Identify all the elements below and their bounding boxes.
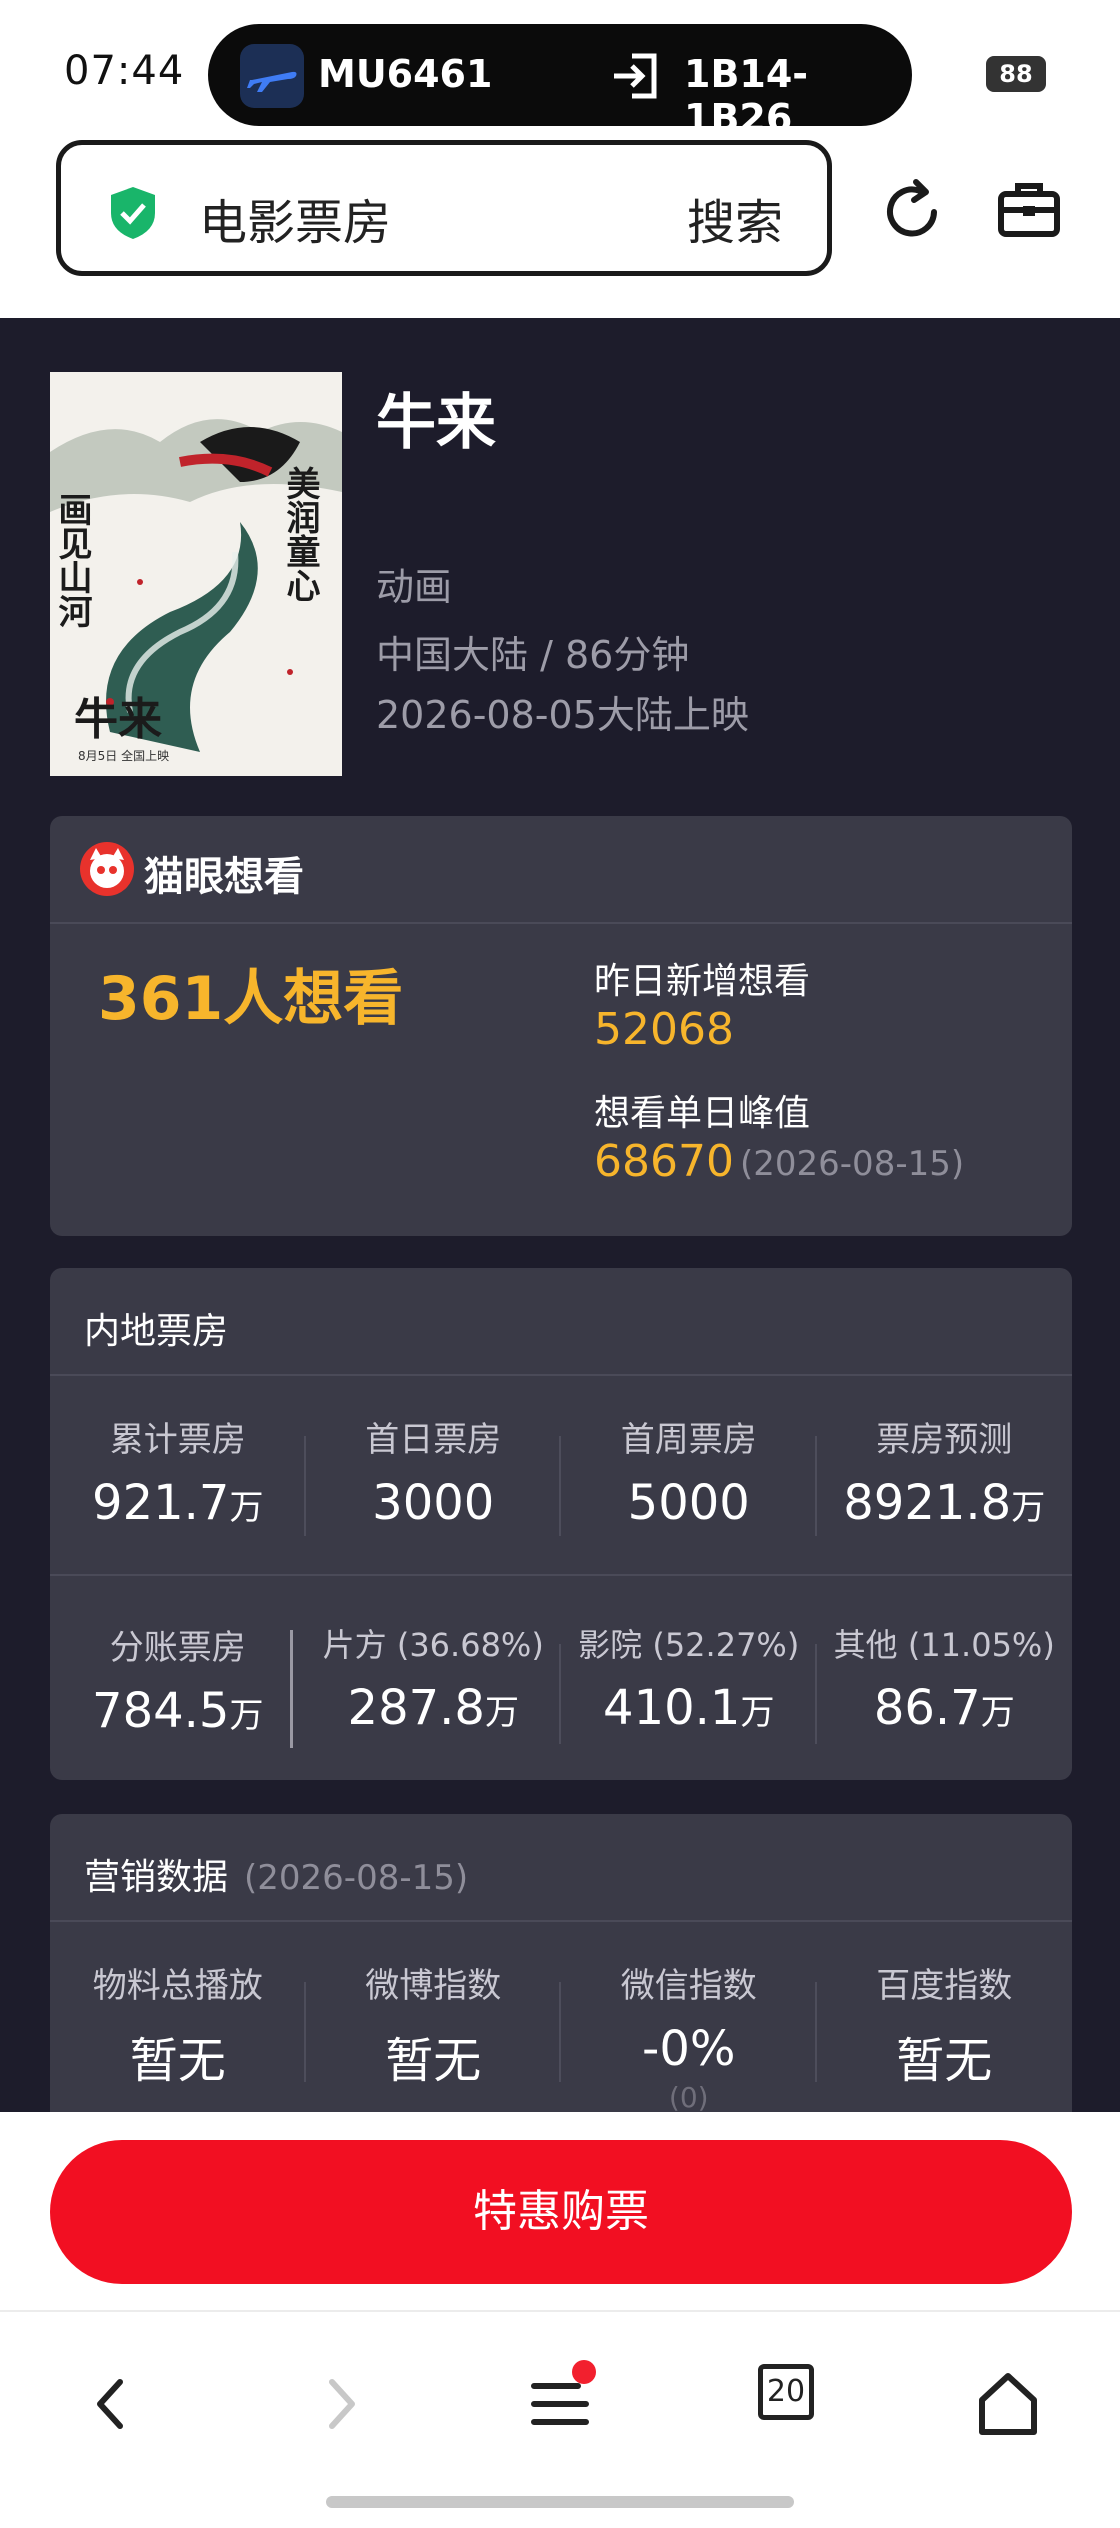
shield-check-icon <box>111 187 155 239</box>
peak-want-label: 想看单日峰值 <box>594 1093 811 1134</box>
want-to-see-card[interactable]: 猫眼想看 361人想看 昨日新增想看 52068 想看单日峰值 68670 (2… <box>50 816 1072 1236</box>
want-count: 361人想看 <box>98 964 404 1034</box>
stat-label: 票房预测 <box>876 1420 1013 1460</box>
box-office-title: 内地票房 <box>84 1311 229 1352</box>
stat-value: -0% <box>642 2021 736 2077</box>
search-button[interactable]: 搜索 <box>687 183 783 253</box>
stat-weibo-index: 微博指数 暂无 <box>306 1958 561 2112</box>
home-icon[interactable] <box>968 2364 1048 2444</box>
poster-left-text: 画见山河 <box>52 492 92 628</box>
movie-genre: 动画 <box>376 565 453 609</box>
stat-value: 8921.8万 <box>843 1475 1046 1531</box>
stat-producer-share: 片方 (36.68%) 287.8万 <box>306 1620 561 1744</box>
stat-cinema-share: 影院 (52.27%) 410.1万 <box>561 1620 817 1744</box>
flight-number: MU6461 <box>318 52 493 96</box>
marketing-row: 物料总播放 暂无 微博指数 暂无 微信指数 -0% (0) 百度指数 暂无 <box>50 1958 1072 2112</box>
stat-other-share: 其他 (11.05%) 86.7万 <box>817 1620 1073 1739</box>
airplane-icon <box>240 44 304 108</box>
back-arrow-icon[interactable] <box>74 2364 154 2444</box>
poster-right-text: 美润童心 <box>280 466 320 602</box>
stat-split-gross: 分账票房 784.5万 <box>50 1620 306 1739</box>
stat-baidu-index: 百度指数 暂无 <box>817 1958 1073 2112</box>
browser-nav-bar: 20 <box>0 2310 1120 2528</box>
search-query-text[interactable]: 电影票房 <box>199 183 391 253</box>
marketing-data-card[interactable]: 营销数据 (2026-08-15) 物料总播放 暂无 微博指数 暂无 微信指数 -… <box>50 1814 1072 2112</box>
stat-label: 微博指数 <box>365 1966 502 2006</box>
yesterday-want-value: 52068 <box>594 1004 734 1055</box>
search-bar[interactable]: 电影票房 搜索 <box>56 140 832 276</box>
stat-value: 784.5万 <box>92 1683 264 1739</box>
tabs-count-button[interactable]: 20 <box>758 2364 814 2420</box>
stat-value: 5000 <box>627 1475 750 1531</box>
stat-value: 3000 <box>372 1475 495 1531</box>
forward-arrow-icon[interactable] <box>298 2364 378 2444</box>
poster-title-text: 牛来 <box>74 694 162 745</box>
peak-want-value: 68670 <box>594 1136 734 1187</box>
marketing-title-row: 营销数据 (2026-08-15) <box>84 1848 468 1900</box>
maoyan-cat-icon <box>80 842 134 896</box>
stat-label: 分账票房 <box>109 1628 246 1668</box>
stat-label: 片方 (36.68%) <box>322 1626 544 1664</box>
stat-label: 影院 (52.27%) <box>578 1626 800 1664</box>
want-card-header: 猫眼想看 <box>50 816 1072 924</box>
stat-material-plays: 物料总播放 暂无 <box>50 1958 306 2112</box>
buy-area: 特惠购票 <box>0 2112 1120 2312</box>
stat-value: 暂无 <box>385 2033 482 2089</box>
stat-label: 累计票房 <box>109 1420 246 1460</box>
stat-sub-value: (0) <box>668 2081 709 2112</box>
stat-wechat-index: 微信指数 -0% (0) <box>561 1958 817 2112</box>
stat-label: 物料总播放 <box>92 1966 263 2006</box>
menu-notification-dot <box>572 2360 596 2384</box>
row-divider <box>50 1574 1072 1576</box>
movie-poster[interactable]: 画见山河 美润童心 牛来 8月5日 全国上映 <box>50 372 342 776</box>
yesterday-want-label: 昨日新增想看 <box>594 961 811 1002</box>
stat-label: 首日票房 <box>365 1420 502 1460</box>
buy-ticket-button[interactable]: 特惠购票 <box>50 2140 1072 2284</box>
stat-total-gross: 累计票房 921.7万 <box>50 1412 306 1536</box>
movie-release-date: 2026-08-05大陆上映 <box>376 693 749 737</box>
stat-value: 86.7万 <box>873 1680 1015 1736</box>
status-time: 07:44 <box>64 48 185 94</box>
box-office-card[interactable]: 内地票房 累计票房 921.7万 首日票房 3000 首周票房 5000 票房预… <box>50 1268 1072 1780</box>
stat-first-day: 首日票房 3000 <box>306 1412 561 1536</box>
stat-label: 百度指数 <box>876 1966 1013 2006</box>
movie-detail-page: 画见山河 美润童心 牛来 8月5日 全国上映 牛来 动画 中国大陆 / 86分钟… <box>0 318 1120 2112</box>
poster-date-text: 8月5日 全国上映 <box>78 748 169 763</box>
marketing-title: 营销数据 <box>84 1857 229 1898</box>
toolbox-icon[interactable] <box>996 176 1062 242</box>
stat-label: 首周票房 <box>620 1420 757 1460</box>
stat-label: 微信指数 <box>620 1966 757 2006</box>
home-indicator[interactable] <box>326 2496 794 2508</box>
flight-live-activity[interactable]: MU6461 1B14-1B26 <box>208 24 912 140</box>
stat-first-week: 首周票房 5000 <box>561 1412 817 1536</box>
gate-number: 1B14-1B26 <box>684 52 809 140</box>
box-office-header: 内地票房 <box>50 1268 1072 1376</box>
poster-artwork: 画见山河 美润童心 牛来 8月5日 全国上映 <box>50 372 342 776</box>
box-office-row-2: 分账票房 784.5万 片方 (36.68%) 287.8万 影院 (52.27… <box>50 1620 1073 1744</box>
maoyan-brand-label: 猫眼想看 <box>144 854 304 900</box>
stat-label: 其他 (11.05%) <box>833 1626 1055 1664</box>
gate-enter-icon <box>614 53 657 99</box>
marketing-header: 营销数据 (2026-08-15) <box>50 1814 1072 1922</box>
stat-forecast: 票房预测 8921.8万 <box>817 1412 1073 1531</box>
stat-value: 921.7万 <box>92 1475 264 1531</box>
battery-indicator: 88 <box>986 56 1046 92</box>
refresh-icon[interactable] <box>876 176 948 248</box>
peak-want-date: (2026-08-15) <box>740 1144 965 1184</box>
stat-value: 287.8万 <box>347 1680 519 1736</box>
movie-region-duration: 中国大陆 / 86分钟 <box>376 633 690 677</box>
movie-title: 牛来 <box>376 388 496 458</box>
marketing-date: (2026-08-15) <box>244 1858 469 1898</box>
stat-value: 暂无 <box>896 2033 993 2089</box>
box-office-row-1: 累计票房 921.7万 首日票房 3000 首周票房 5000 票房预测 892… <box>50 1412 1073 1536</box>
stat-value: 410.1万 <box>603 1680 775 1736</box>
status-bar: 07:44 MU6461 1B14-1B26 88 <box>0 0 1120 140</box>
stat-value: 暂无 <box>129 2033 226 2089</box>
